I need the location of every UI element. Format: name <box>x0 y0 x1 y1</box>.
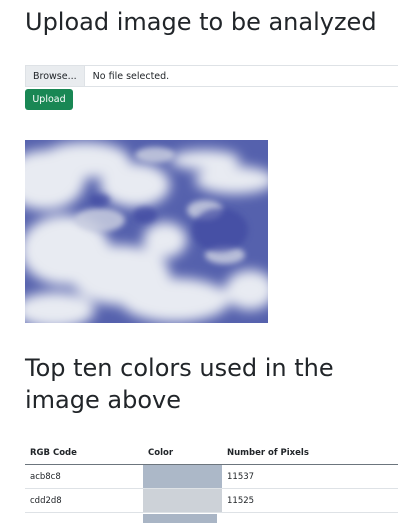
pixel-count-cell: 11537 <box>222 464 398 489</box>
file-input[interactable]: Browse... No file selected. <box>25 65 398 87</box>
color-swatch-cell <box>143 514 217 523</box>
file-status-text: No file selected. <box>92 70 170 82</box>
table-header-row: RGB Code Color Number of Pixels <box>25 442 398 465</box>
column-header-pixels: Number of Pixels <box>222 442 398 465</box>
column-header-rgb: RGB Code <box>25 442 143 465</box>
rgb-code-cell: acb8c8 <box>25 464 143 489</box>
browse-button[interactable]: Browse... <box>26 66 85 86</box>
page-title: Upload image to be analyzed <box>25 8 377 36</box>
uploaded-image <box>25 140 268 323</box>
color-swatch-cell <box>143 488 222 513</box>
colors-table: RGB Code Color Number of Pixels acb8c8 1… <box>25 442 398 513</box>
pixel-count-cell: 11525 <box>222 488 398 513</box>
rgb-code-cell: cdd2d8 <box>25 488 143 513</box>
results-title: Top ten colors used in the image above <box>25 354 334 414</box>
column-header-color: Color <box>143 442 222 465</box>
upload-button[interactable]: Upload <box>25 89 73 110</box>
color-swatch-cell <box>143 464 222 489</box>
table-row: acb8c8 11537 <box>25 464 398 489</box>
table-row: cdd2d8 11525 <box>25 488 398 513</box>
